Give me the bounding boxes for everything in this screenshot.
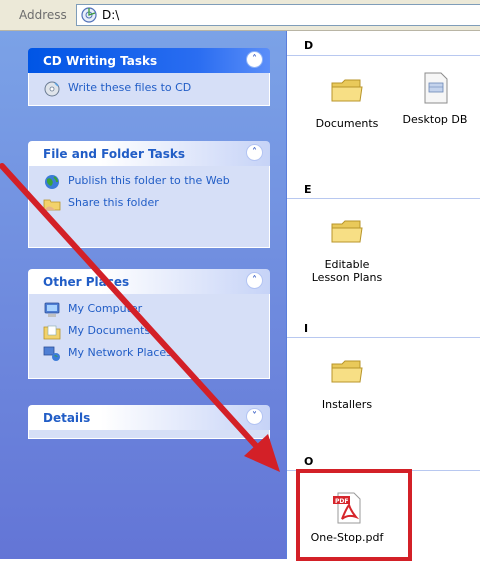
group-title: File and Folder Tasks — [43, 147, 186, 161]
task-label: Write these files to CD — [68, 81, 192, 94]
section-letter-o: O — [304, 455, 314, 468]
file-item-installers[interactable]: Installers — [307, 358, 387, 411]
file-name: Editable Lesson Plans — [311, 258, 383, 284]
address-path: D:\ — [102, 8, 120, 22]
network-places-icon — [43, 346, 60, 361]
cd-write-icon — [44, 81, 60, 97]
place-my-computer[interactable]: My Computer — [43, 302, 259, 318]
file-item-editable-lesson-plans[interactable]: Editable Lesson Plans — [307, 218, 387, 284]
section-divider — [287, 55, 480, 56]
section-letter-e: E — [304, 183, 312, 196]
file-item-desktop-db[interactable]: Desktop DB — [395, 71, 475, 126]
section-divider — [287, 198, 480, 199]
file-name: Desktop DB — [402, 113, 468, 126]
database-file-icon — [424, 72, 448, 104]
task-label: My Computer — [68, 302, 143, 315]
folder-icon — [331, 360, 363, 383]
my-computer-icon — [44, 302, 60, 317]
file-name: Documents — [315, 117, 379, 130]
task-write-files-to-cd[interactable]: Write these files to CD — [43, 81, 259, 97]
task-pane: CD Writing Tasks ˄ Write these files to … — [0, 31, 287, 559]
globe-publish-icon — [45, 175, 59, 189]
address-label: Address — [19, 8, 67, 22]
group-file-folder-tasks: File and Folder Tasks ˄ Publish this fol… — [28, 141, 270, 248]
task-share-folder[interactable]: Share this folder — [43, 196, 259, 212]
group-body — [28, 430, 270, 439]
my-documents-icon — [43, 325, 61, 340]
folder-icon — [331, 220, 363, 243]
group-other-places: Other Places ˄ My Computer My Documents — [28, 269, 270, 379]
group-cd-writing-tasks: CD Writing Tasks ˄ Write these files to … — [28, 48, 270, 106]
task-publish-folder[interactable]: Publish this folder to the Web — [43, 174, 259, 190]
group-title: Details — [43, 411, 91, 425]
task-label: My Network Places — [68, 346, 172, 359]
section-divider — [287, 337, 480, 338]
section-letter-i: I — [304, 322, 309, 335]
group-title: Other Places — [43, 275, 130, 289]
address-bar: Address D:\ — [0, 0, 480, 31]
collapse-chevron-icon[interactable]: ˄ — [246, 144, 263, 161]
group-title: CD Writing Tasks — [43, 54, 158, 68]
group-body: My Computer My Documents My Network Plac… — [28, 294, 270, 379]
address-field[interactable]: D:\ — [76, 4, 480, 26]
collapse-chevron-icon[interactable]: ˄ — [246, 272, 263, 289]
task-label: My Documents — [68, 324, 151, 337]
highlight-box — [296, 469, 412, 561]
group-header-other-places[interactable]: Other Places ˄ — [28, 269, 270, 294]
place-my-documents[interactable]: My Documents — [43, 324, 259, 340]
place-my-network-places[interactable]: My Network Places — [43, 346, 259, 362]
task-label: Publish this folder to the Web — [68, 174, 230, 187]
folder-icon — [331, 79, 363, 102]
file-item-documents[interactable]: Documents — [307, 77, 387, 130]
group-header-cd-writing[interactable]: CD Writing Tasks ˄ — [28, 48, 270, 73]
task-label: Share this folder — [68, 196, 159, 209]
expand-chevron-icon[interactable]: ˅ — [246, 408, 263, 425]
file-name: Installers — [321, 398, 373, 411]
collapse-chevron-icon[interactable]: ˄ — [246, 51, 263, 68]
section-letter-d: D — [304, 39, 314, 52]
group-header-details[interactable]: Details ˅ — [28, 405, 270, 430]
group-details: Details ˅ — [28, 405, 270, 439]
share-folder-icon — [43, 199, 61, 211]
group-header-file-folder[interactable]: File and Folder Tasks ˄ — [28, 141, 270, 166]
group-body: Write these files to CD — [28, 73, 270, 106]
group-body: Publish this folder to the Web Share thi… — [28, 166, 270, 248]
drive-icon — [81, 7, 97, 23]
